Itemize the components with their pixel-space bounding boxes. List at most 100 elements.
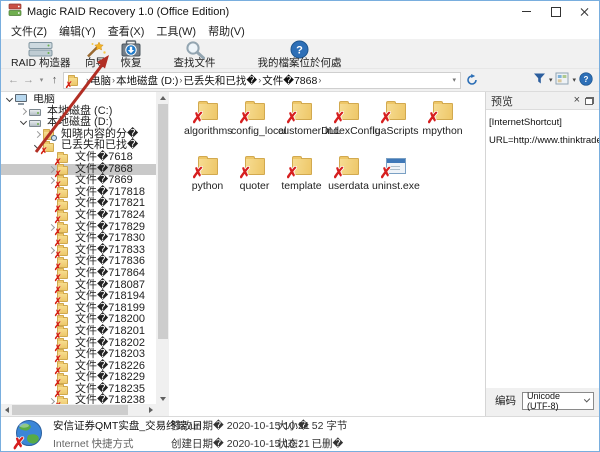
tree-item[interactable]: ✗ 文件�718238	[1, 395, 156, 404]
tree-item[interactable]: 电脑	[1, 94, 156, 106]
status-size-state: 大小� 52 字节 状态： 已删�	[277, 418, 347, 451]
chevron-down-icon: ▾	[452, 77, 456, 84]
minimize-icon	[522, 11, 531, 12]
help-button[interactable]: ?	[579, 71, 593, 89]
status-modified: 修改日期� 2020-10-15 10:21	[171, 419, 310, 432]
history-dropdown-button[interactable]: ▾	[37, 76, 46, 84]
menu-item[interactable]: 工具(W)	[150, 23, 202, 39]
breadcrumb-separator-icon: ›	[318, 75, 322, 85]
tree-vertical-scrollbar[interactable]	[156, 92, 169, 404]
folder-x-icon: ✗	[54, 268, 70, 283]
vertical-scroll-thumb[interactable]	[157, 104, 168, 339]
breadcrumb-item[interactable]: 电脑	[90, 73, 111, 88]
red-x-icon: ✗	[12, 436, 26, 452]
view-mode-dropdown-button[interactable]: ▾	[572, 76, 576, 84]
menu-item[interactable]: 帮助(V)	[202, 23, 251, 39]
tree-item[interactable]: ✗ 文件�717864	[1, 267, 156, 283]
encoding-select[interactable]: Unicode (UTF-8)	[522, 390, 594, 411]
tree-item[interactable]: ✗ 文件�7618	[1, 152, 156, 167]
horizontal-scroll-thumb[interactable]	[12, 405, 128, 415]
refresh-button[interactable]	[463, 74, 480, 86]
status-filename: 安信证券QMT实盘_交易终端.url	[53, 419, 202, 432]
scroll-left-button[interactable]	[1, 404, 12, 416]
drive-shape	[29, 108, 41, 116]
address-dropdown-button[interactable]: ▾	[452, 76, 456, 84]
scroll-down-button[interactable]	[156, 393, 169, 404]
filter-funnel-icon	[533, 73, 545, 84]
preview-header: 预览 ×	[486, 92, 599, 109]
breadcrumb-item[interactable]: 已丢失和已找�	[183, 73, 257, 88]
menu-item[interactable]: 编辑(Y)	[53, 23, 102, 39]
raid-builder-button[interactable]: RAID 构造器	[4, 39, 78, 68]
file-item[interactable]: ✗ config_local	[231, 99, 286, 154]
file-item[interactable]: ✗ uninst.exe	[372, 154, 420, 209]
scrollbar-corner	[156, 404, 169, 416]
scroll-up-button[interactable]	[156, 92, 169, 103]
folder-x-icon: ✗	[54, 302, 70, 317]
red-x-icon: ✗	[285, 110, 299, 127]
breadcrumb-item[interactable]: 文件�7868	[262, 73, 317, 88]
address-folder-icon: ✗	[65, 74, 80, 88]
tree-item[interactable]: ✗ 文件�718194	[1, 290, 156, 306]
status-size: 大小� 52 字节	[277, 419, 348, 432]
tree-item[interactable]: ✗ 文件�7869	[1, 175, 156, 190]
file-item[interactable]: ✗ template	[278, 154, 325, 209]
deleted-folder-icon: ✗	[239, 99, 268, 126]
file-item[interactable]: ✗ userdata	[325, 154, 372, 209]
file-item[interactable]: ✗ luaScripts	[372, 99, 419, 154]
file-item[interactable]: ✗ quoter	[231, 154, 278, 209]
file-item[interactable]: ✗ indexConfig	[325, 99, 380, 154]
find-files-button[interactable]: 查找文件	[167, 39, 223, 68]
view-mode-button[interactable]	[555, 72, 569, 88]
forward-arrow-icon: →	[23, 73, 34, 86]
maximize-button[interactable]	[541, 1, 570, 22]
tree-item[interactable]: ✗ 文件�717830	[1, 233, 156, 248]
tree-item[interactable]: ✗ 文件�718201	[1, 325, 156, 340]
file-item[interactable]: ✗ python	[184, 154, 231, 209]
deleted-folder-icon: ✗	[286, 154, 315, 181]
tree-item-label: 文件�718203	[75, 348, 145, 361]
main-area: 电脑 本地磁盘 (C:) 本地磁盘 (D:) 知晓内容的分� ✗ 已丢失和已找� ✗ 文件�7…	[1, 92, 599, 416]
status-bar: ✗ 安信证券QMT实盘_交易终端.url Internet 快捷方式 修改日期�…	[1, 416, 599, 451]
status-state: 状态： 已删�	[277, 437, 344, 450]
filter-dropdown-button[interactable]: ▾	[549, 76, 553, 84]
address-bar[interactable]: ✗ › 电脑 › 本地磁盘 (D:) › 已丢失和已找� › 文件�7868 › ▾	[63, 71, 461, 89]
filter-button[interactable]	[533, 72, 546, 88]
drive-icon	[29, 117, 42, 128]
close-button[interactable]	[570, 1, 599, 22]
chevron-right-icon[interactable]	[32, 131, 43, 139]
folder-x-icon: ✗	[54, 175, 70, 190]
tree-horizontal-scrollbar[interactable]	[1, 404, 156, 416]
chevron-right-icon[interactable]	[18, 107, 29, 115]
menu-item[interactable]: 文件(Z)	[5, 23, 53, 39]
title-bar: Magic RAID Recovery 1.0 (Office Edition)	[1, 1, 599, 22]
tree-item[interactable]: ✗ 文件�718203	[1, 348, 156, 364]
file-item[interactable]: ✗ mpython	[419, 99, 466, 154]
tree-item[interactable]: ✗ 文件�717824	[1, 209, 156, 224]
menu-item[interactable]: 查看(X)	[102, 23, 151, 39]
breadcrumb-item[interactable]: 本地磁盘 (D:)	[116, 73, 178, 88]
chevron-shape	[19, 107, 28, 115]
status-filetype: Internet 快捷方式	[53, 437, 134, 450]
encoding-value: Unicode (UTF-8)	[527, 390, 561, 411]
where-are-my-files-button[interactable]: ? 我的檔案位於何處	[251, 39, 349, 68]
minimize-button[interactable]	[512, 1, 541, 22]
tree-item-label: 文件�718194	[75, 290, 145, 303]
help-circle-icon: ?	[579, 71, 593, 86]
forward-button[interactable]: →	[22, 73, 35, 86]
chevron-down-icon[interactable]	[4, 95, 15, 103]
file-item[interactable]: ✗ algorithms	[184, 99, 232, 154]
file-item[interactable]: ✗ customerDLL	[278, 99, 340, 154]
folder-x-icon: ✗	[54, 233, 70, 248]
recover-button[interactable]: 恢复	[114, 39, 149, 68]
chevron-down-icon[interactable]	[18, 118, 29, 126]
wizard-button[interactable]: 向导	[78, 39, 114, 68]
scroll-right-button[interactable]	[145, 404, 156, 416]
back-button[interactable]: ←	[7, 74, 20, 86]
encoding-row: 编码 Unicode (UTF-8)	[486, 388, 599, 416]
up-button[interactable]: ↑	[48, 74, 61, 86]
search-files-icon	[184, 40, 206, 59]
folder-x-icon: ✗	[54, 395, 70, 404]
preview-close-button[interactable]: ×	[574, 95, 580, 106]
undock-panel-icon[interactable]	[585, 96, 594, 105]
